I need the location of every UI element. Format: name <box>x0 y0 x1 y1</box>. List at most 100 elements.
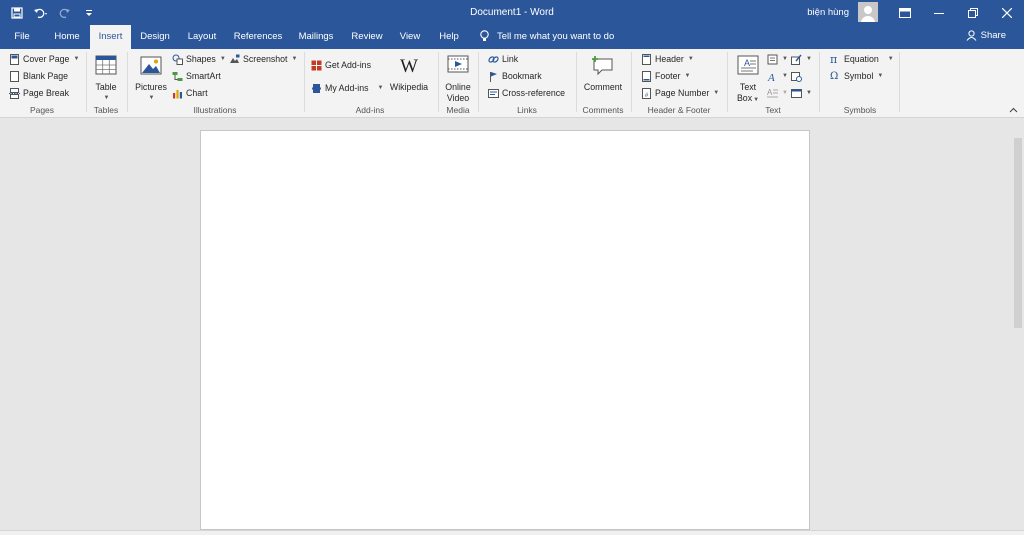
bookmark-button[interactable]: Bookmark <box>488 68 542 84</box>
group-separator <box>86 52 87 112</box>
restore-icon[interactable] <box>956 0 990 25</box>
chevron-down-icon: ▼ <box>219 56 226 62</box>
shapes-icon <box>172 54 183 65</box>
smartart-button[interactable]: SmartArt <box>172 68 221 84</box>
blank-page-button[interactable]: Blank Page <box>9 68 68 84</box>
tab-view[interactable]: View <box>394 25 426 49</box>
user-avatar[interactable] <box>858 2 878 22</box>
page-number-icon: # <box>642 87 651 99</box>
table-icon <box>95 55 117 75</box>
tab-layout[interactable]: Layout <box>182 25 222 49</box>
pictures-button[interactable]: Pictures ▼ <box>133 53 169 104</box>
cross-reference-button[interactable]: Cross-reference <box>488 85 565 101</box>
wikipedia-button[interactable]: W Wikipedia <box>387 53 431 93</box>
picture-icon <box>140 56 162 75</box>
svg-text:W: W <box>400 56 418 77</box>
tab-design[interactable]: Design <box>136 25 174 49</box>
tab-file[interactable]: File <box>6 25 38 49</box>
signature-icon <box>791 54 802 65</box>
link-icon <box>488 55 499 63</box>
close-icon[interactable] <box>990 0 1024 25</box>
chevron-down-icon: ▼ <box>782 90 788 96</box>
tab-insert[interactable]: Insert <box>90 25 131 49</box>
group-separator <box>631 52 632 112</box>
shapes-label: Shapes <box>186 54 216 64</box>
group-separator <box>304 52 305 112</box>
document-page[interactable] <box>200 130 810 530</box>
page-break-label: Page Break <box>23 88 69 98</box>
group-label-comments: Comments <box>582 105 624 115</box>
group-label-tables: Tables <box>93 105 119 115</box>
bookmark-icon <box>490 71 497 82</box>
text-label: Text <box>739 82 757 92</box>
cover-page-label: Cover Page <box>23 54 70 64</box>
group-separator <box>819 52 820 112</box>
ribbon-display-options-icon[interactable] <box>888 0 922 25</box>
collapse-ribbon-icon[interactable] <box>1009 105 1018 115</box>
chart-label: Chart <box>186 88 208 98</box>
omega-icon: Ω <box>830 70 839 82</box>
tab-references[interactable]: References <box>230 25 286 49</box>
object-icon <box>791 88 802 98</box>
blank-page-label: Blank Page <box>23 71 68 81</box>
link-button[interactable]: Link <box>488 51 518 67</box>
chevron-down-icon: ▼ <box>713 90 720 96</box>
tab-mailings[interactable]: Mailings <box>292 25 340 49</box>
group-label-text: Text <box>765 105 781 115</box>
my-addins-icon <box>312 83 321 93</box>
svg-text:A: A <box>767 88 773 97</box>
signature-line-button[interactable]: ▼ <box>791 51 812 67</box>
wordart-icon: A <box>767 72 775 82</box>
my-addins-button[interactable]: My Add-ins ▼ <box>311 80 383 96</box>
table-button[interactable]: Table ▼ <box>91 53 121 104</box>
new-comment-button[interactable]: Comment <box>580 53 626 93</box>
tell-me-search[interactable]: Tell me what you want to do <box>480 30 614 42</box>
shapes-button[interactable]: Shapes ▼ <box>172 51 226 67</box>
footer-button[interactable]: Footer ▼ <box>641 68 690 84</box>
header-button[interactable]: Header ▼ <box>641 51 694 67</box>
vertical-scrollbar[interactable] <box>1012 118 1024 530</box>
date-time-button[interactable] <box>791 68 802 84</box>
header-icon <box>642 53 651 65</box>
tab-help[interactable]: Help <box>434 25 464 49</box>
group-label-addins: Add-ins <box>355 105 385 115</box>
screenshot-button[interactable]: Screenshot ▼ <box>229 51 297 67</box>
group-label-header-footer: Header & Footer <box>647 105 711 115</box>
share-button[interactable]: Share <box>966 30 1006 41</box>
calendar-icon <box>791 71 802 82</box>
blank-page-icon <box>10 70 19 82</box>
comment-label: Comment <box>583 82 623 92</box>
quick-parts-button[interactable]: ▼ <box>767 51 788 67</box>
group-label-links: Links <box>517 105 537 115</box>
text-box-button[interactable]: A Text Box▼ <box>734 53 762 106</box>
equation-button[interactable]: π Equation ▼ <box>830 51 894 67</box>
online-label: Online <box>445 82 471 92</box>
chevron-down-icon: ▼ <box>806 56 812 62</box>
scrollbar-thumb[interactable] <box>1014 138 1022 328</box>
wordart-button[interactable]: A ▼ <box>767 68 788 84</box>
online-video-button[interactable]: Online Video <box>441 53 475 104</box>
chart-button[interactable]: Chart <box>172 85 208 101</box>
minimize-icon[interactable] <box>922 0 956 25</box>
quick-parts-icon <box>767 54 778 64</box>
pi-icon: π <box>830 52 838 66</box>
drop-cap-button[interactable]: A ▼ <box>767 85 788 101</box>
cover-page-button[interactable]: Cover Page ▼ <box>9 51 79 67</box>
svg-text:A: A <box>767 72 775 82</box>
cross-reference-label: Cross-reference <box>502 88 566 98</box>
symbol-button[interactable]: Ω Symbol ▼ <box>830 68 883 84</box>
user-name[interactable]: biện hùng <box>807 7 849 18</box>
group-separator <box>576 52 577 112</box>
object-button[interactable]: ▼ <box>791 85 812 101</box>
lightbulb-icon <box>480 30 489 41</box>
page-number-button[interactable]: # Page Number ▼ <box>641 85 719 101</box>
page-number-label: Page Number <box>655 88 710 98</box>
ribbon-tabs: File Home Insert Design Layout Reference… <box>0 25 1024 49</box>
chevron-down-icon: ▼ <box>291 56 298 62</box>
my-addins-label: My Add-ins <box>325 83 369 93</box>
page-break-button[interactable]: Page Break <box>9 85 69 101</box>
tab-review[interactable]: Review <box>346 25 388 49</box>
tab-home[interactable]: Home <box>48 25 86 49</box>
get-addins-button[interactable]: Get Add-ins <box>311 57 371 73</box>
screenshot-icon <box>230 54 240 63</box>
